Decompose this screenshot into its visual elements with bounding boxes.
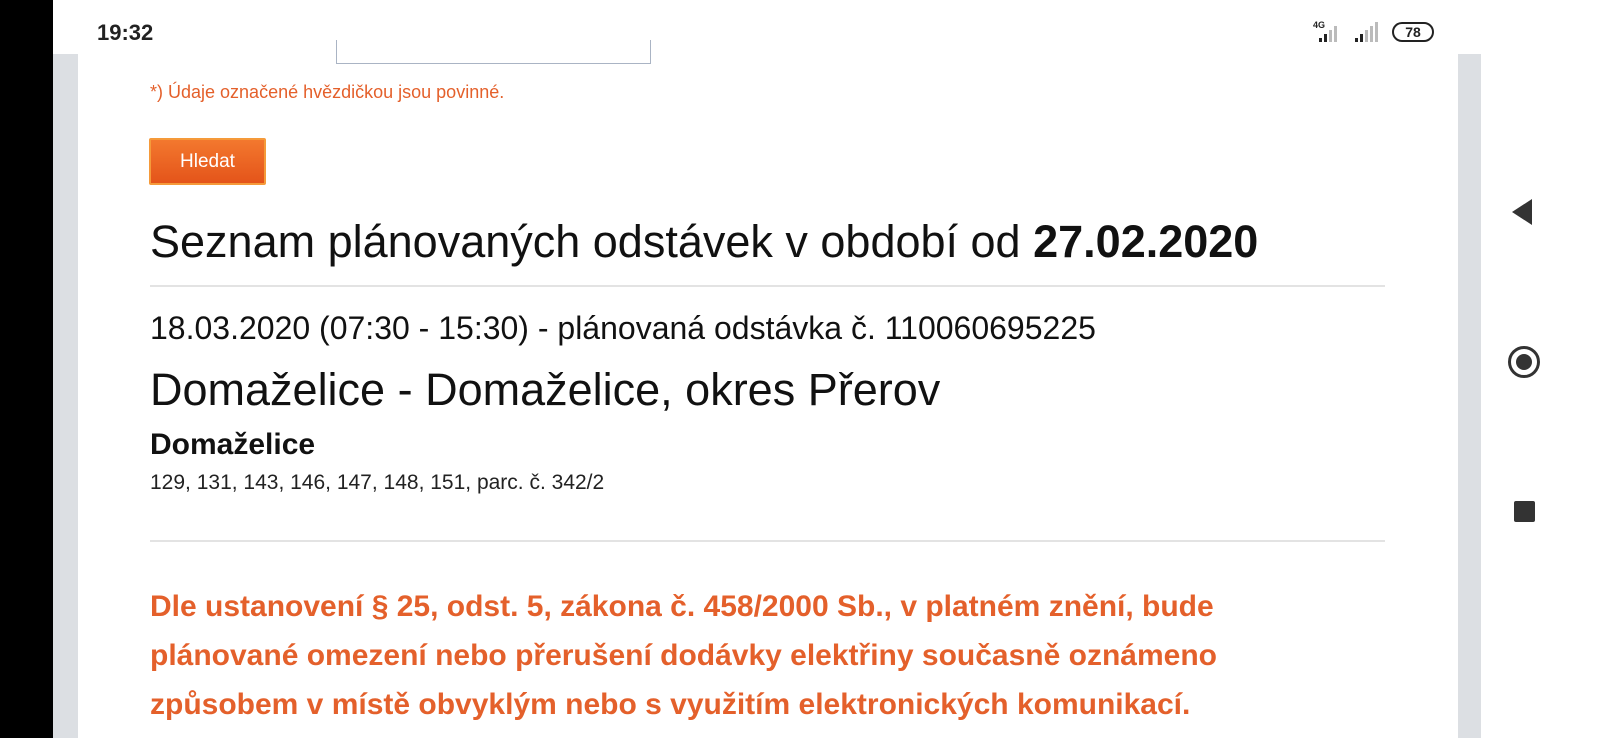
page-frame-left: [53, 54, 78, 738]
signal-icon: [1355, 22, 1378, 42]
page-title: Seznam plánovaných odstávek v období od …: [150, 216, 1258, 268]
phone-screen: 19:32 4G 78 *) Údaje označené hvězdičkou…: [53, 0, 1481, 738]
signal-4g-icon: 4G: [1313, 20, 1337, 42]
status-time: 19:32: [97, 20, 154, 45]
device-bezel: [0, 0, 53, 738]
village-name: Domaželice: [150, 428, 316, 461]
battery-icon: 78: [1392, 22, 1434, 42]
divider: [150, 285, 1385, 287]
house-numbers: 129, 131, 143, 146, 147, 148, 151, parc.…: [150, 471, 605, 494]
legal-notice: Dle ustanovení § 25, odst. 5, zákona č. …: [150, 590, 1217, 721]
required-fields-note: *) Údaje označené hvězdičkou jsou povinn…: [150, 82, 505, 102]
title-prefix: Seznam plánovaných odstávek v období od: [150, 216, 1021, 267]
search-button[interactable]: Hledat: [149, 138, 266, 185]
navigation-bar: [1481, 0, 1599, 738]
status-bar: 19:32 4G 78: [53, 0, 1481, 54]
network-label: 4G: [1313, 20, 1325, 30]
outage-area: Domaželice - Domaželice, okres Přerov: [150, 364, 941, 415]
page-frame-right: [1458, 54, 1481, 738]
home-icon[interactable]: [1508, 346, 1540, 378]
form-input-field[interactable]: [336, 40, 651, 64]
title-date: 27.02.2020: [1033, 216, 1259, 267]
back-icon[interactable]: [1512, 199, 1532, 225]
outage-datetime: 18.03.2020 (07:30 - 15:30) - plánovaná o…: [150, 310, 1096, 346]
divider: [150, 540, 1385, 542]
recents-icon[interactable]: [1514, 501, 1535, 522]
